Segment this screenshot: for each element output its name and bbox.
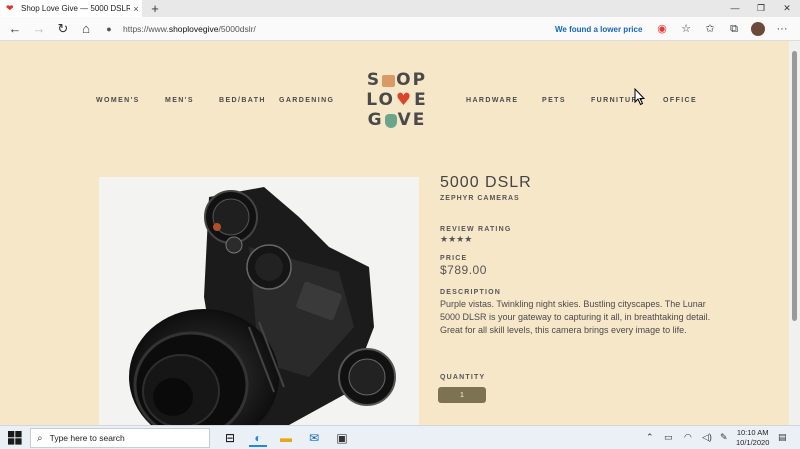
back-icon[interactable]: ← — [6, 20, 24, 38]
browser-toolbar: ← → ↻ ⌂ ● https://www.shoplovegive/5000d… — [0, 17, 800, 41]
product-description: Purple vistas. Twinkling night skies. Bu… — [440, 299, 711, 335]
nav-gardening[interactable]: GARDENING — [279, 97, 334, 104]
taskbar-search-box[interactable]: ⌕ Type here to search — [30, 428, 210, 448]
nav-hardware[interactable]: HARDWARE — [466, 97, 518, 104]
notifications-icon[interactable]: ▤ — [778, 432, 787, 443]
nav-pets[interactable]: PETS — [542, 97, 566, 104]
search-placeholder: Type here to search — [49, 433, 125, 443]
price-label: PRICE — [440, 255, 468, 262]
lock-icon: ● — [106, 24, 112, 34]
battery-icon[interactable]: ▭ — [664, 432, 673, 443]
tab-title: Shop Love Give — 5000 DSLR - S — [21, 4, 130, 13]
store-icon[interactable]: ▣ — [333, 430, 351, 447]
favorites-list-icon[interactable]: ✩ — [702, 21, 718, 37]
edge-browser-icon[interactable]: ◐ — [249, 430, 267, 447]
heart-favicon-icon: ❤ — [6, 3, 14, 13]
close-window-icon[interactable]: ✕ — [774, 0, 800, 17]
heart-icon: ♥ — [395, 90, 414, 110]
taskbar-clock[interactable]: 10:10 AM 10/1/2020 — [736, 428, 769, 448]
coupon-icon[interactable]: ◉ — [654, 21, 670, 37]
nav-mens[interactable]: MEN'S — [165, 97, 194, 104]
product-brand[interactable]: ZEPHYR CAMERAS — [440, 195, 520, 202]
nav-womens[interactable]: WOMEN'S — [96, 97, 140, 104]
minimize-icon[interactable]: — — [722, 0, 748, 17]
forward-icon[interactable]: → — [30, 20, 48, 38]
product-name: 5000 DSLR — [440, 174, 532, 191]
browser-tab-strip: ❤ Shop Love Give — 5000 DSLR - S × + — ❐… — [0, 0, 800, 17]
profile-avatar[interactable] — [751, 22, 765, 36]
volume-icon[interactable]: ◁) — [702, 432, 712, 443]
mail-icon[interactable]: ✉ — [305, 430, 323, 447]
maximize-icon[interactable]: ❐ — [748, 0, 774, 17]
description-label: DESCRIPTION — [440, 289, 502, 296]
quantity-selector[interactable]: 1 — [438, 387, 486, 403]
url-text: https://www.shoplovegive/5000dslr/ — [123, 24, 256, 34]
nav-bed-bath[interactable]: BED/BATH — [219, 97, 266, 104]
wifi-icon[interactable]: ◠ — [684, 432, 692, 443]
scrollbar-thumb[interactable] — [792, 51, 797, 321]
lower-price-notice[interactable]: We found a lower price — [555, 25, 642, 34]
quantity-label: QUANTITY — [440, 374, 486, 381]
tab-close-icon[interactable]: × — [130, 4, 142, 14]
pen-icon[interactable]: ✎ — [720, 432, 728, 443]
rating-stars: ★★★★ — [440, 234, 473, 244]
home-icon[interactable]: ⌂ — [77, 20, 95, 38]
site-logo[interactable]: S OP LO ♥ E G VE — [364, 70, 430, 130]
task-view-icon[interactable]: ⊟ — [221, 430, 239, 447]
file-explorer-icon[interactable]: ▬ — [277, 430, 295, 447]
window-controls: — ❐ ✕ — [722, 0, 800, 17]
product-image — [99, 177, 419, 425]
search-icon: ⌕ — [37, 432, 43, 444]
tray-chevron-icon[interactable]: ⌃ — [646, 432, 654, 443]
review-rating-label: REVIEW RATING — [440, 226, 512, 233]
nav-office[interactable]: OFFICE — [663, 97, 697, 104]
favorite-star-icon[interactable]: ☆ — [678, 21, 694, 37]
windows-start-icon[interactable] — [8, 431, 22, 445]
product-price: $789.00 — [440, 263, 487, 277]
hand-icon — [384, 114, 397, 128]
shopping-bag-icon — [382, 75, 396, 87]
new-tab-button[interactable]: + — [148, 0, 162, 17]
refresh-icon[interactable]: ↻ — [54, 20, 72, 38]
more-icon[interactable]: ··· — [774, 21, 790, 37]
collections-icon[interactable]: ⧉ — [726, 21, 742, 37]
windows-taskbar: ⌕ Type here to search ⊟ ◐ ▬ ✉ ▣ ⌃ ▭ ◠ ◁)… — [0, 425, 800, 449]
mouse-cursor-icon — [634, 88, 646, 106]
browser-tab-active[interactable]: ❤ Shop Love Give — 5000 DSLR - S × — [0, 0, 142, 17]
